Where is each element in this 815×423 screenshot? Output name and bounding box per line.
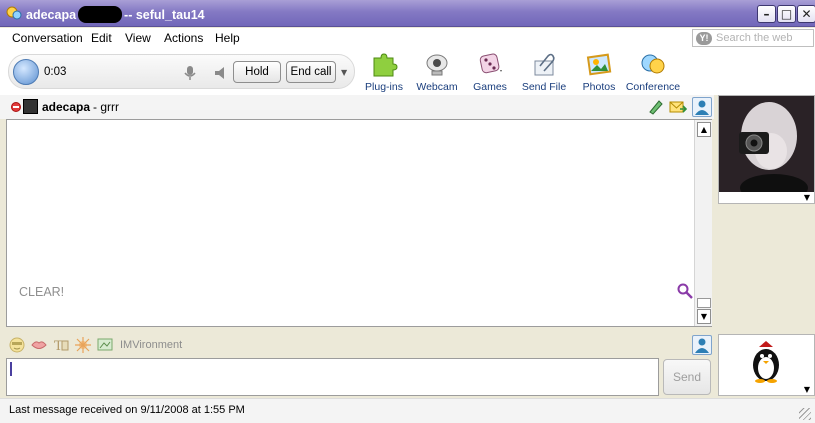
emoticon-icon[interactable] xyxy=(9,337,25,353)
call-options-dropdown[interactable]: ▼ xyxy=(341,68,347,77)
voice-call-icon[interactable] xyxy=(13,59,39,85)
plug-ins-label: Plug-ins xyxy=(365,81,403,93)
window-title-suffix: -- seful_tau14 xyxy=(124,8,205,22)
contact-mini-avatar[interactable] xyxy=(23,99,38,114)
paperclip-icon xyxy=(534,53,555,76)
imvironment-icon[interactable] xyxy=(97,337,113,353)
conference-icon xyxy=(641,54,665,74)
menu-view[interactable]: View xyxy=(125,31,151,45)
close-button[interactable]: ✕ xyxy=(797,5,815,23)
magnifier-icon[interactable] xyxy=(677,283,693,299)
contact-avatar-photo[interactable] xyxy=(719,96,814,202)
forward-mail-icon[interactable] xyxy=(669,98,687,116)
toolbar: 0:03 Hold End call ▼ Plug-ins Webcam Gam… xyxy=(0,48,815,95)
end-call-button[interactable]: End call xyxy=(286,61,336,83)
yahoo-search-icon: Y! xyxy=(696,31,712,45)
conversation-message: CLEAR! xyxy=(19,285,65,299)
send-file-label: Send File xyxy=(521,81,567,93)
my-profile-button[interactable] xyxy=(692,335,712,355)
maximize-button[interactable]: □ xyxy=(777,5,796,23)
last-message-status: Last message received on 9/11/2008 at 1:… xyxy=(9,404,245,416)
person-icon xyxy=(695,338,709,353)
text-caret xyxy=(10,362,12,376)
puzzle-piece-icon xyxy=(373,53,398,77)
contact-status-message: - grrr xyxy=(93,100,119,114)
compose-toolbar: T IMVironment xyxy=(0,332,714,356)
search-placeholder: Search the web xyxy=(716,32,793,44)
scroll-down-button[interactable]: ▼ xyxy=(697,309,711,324)
window-title-prefix: adecapa xyxy=(26,8,77,22)
scroll-thumb[interactable] xyxy=(697,298,711,308)
webcam-button[interactable]: Webcam xyxy=(408,52,466,93)
contact-header: adecapa - grrr xyxy=(0,95,714,119)
conference-button[interactable]: Conference xyxy=(624,52,682,93)
conversation-history[interactable]: CLEAR! ▲ ▼ xyxy=(6,119,712,327)
web-search-input[interactable]: Y! Search the web xyxy=(692,29,814,47)
games-label: Games xyxy=(473,81,507,93)
photos-label: Photos xyxy=(582,81,616,93)
person-icon xyxy=(695,100,709,115)
speaker-icon[interactable] xyxy=(213,65,229,81)
imvironment-label[interactable]: IMVironment xyxy=(120,339,182,351)
send-file-button[interactable]: Send File xyxy=(515,52,573,93)
menu-conversation[interactable]: Conversation xyxy=(12,31,83,45)
conversation-scrollbar[interactable]: ▲ ▼ xyxy=(694,120,712,326)
contact-avatar-panel: ▼ xyxy=(718,95,815,204)
pencil-icon[interactable] xyxy=(647,98,665,116)
window-title: adecapa -- seful_tau14 xyxy=(26,6,205,23)
title-bar[interactable]: adecapa -- seful_tau14 – □ ✕ xyxy=(0,0,815,27)
message-input[interactable] xyxy=(6,358,659,396)
menu-help[interactable]: Help xyxy=(215,31,240,45)
messenger-logo-icon xyxy=(6,6,22,20)
voice-call-panel: 0:03 Hold End call ▼ xyxy=(8,54,355,89)
lips-icon[interactable] xyxy=(31,337,47,353)
resize-grip[interactable] xyxy=(799,408,811,420)
minimize-button[interactable]: – xyxy=(757,5,776,23)
webcam-icon xyxy=(426,54,448,76)
hold-button[interactable]: Hold xyxy=(233,61,281,83)
redaction-mark xyxy=(78,6,123,23)
sparkle-icon[interactable] xyxy=(75,337,91,353)
webcam-label: Webcam xyxy=(416,81,458,93)
send-button[interactable]: Send xyxy=(663,359,711,395)
photo-icon xyxy=(586,53,612,76)
scroll-up-button[interactable]: ▲ xyxy=(697,122,711,137)
status-bar: Last message received on 9/11/2008 at 1:… xyxy=(0,398,815,423)
menu-actions[interactable]: Actions xyxy=(164,31,203,45)
text-format-icon[interactable]: T xyxy=(53,337,69,353)
call-timer: 0:03 xyxy=(44,66,67,78)
conference-label: Conference xyxy=(625,81,681,93)
dice-icon xyxy=(479,53,502,74)
my-avatar-dropdown[interactable]: ▼ xyxy=(804,385,810,394)
menu-edit[interactable]: Edit xyxy=(91,31,112,45)
contact-info-button[interactable] xyxy=(692,97,712,117)
my-avatar-panel: ▼ xyxy=(718,334,815,396)
menu-bar: Conversation Edit View Actions Help Y! S… xyxy=(0,28,815,48)
penguin-avatar[interactable] xyxy=(719,335,814,385)
contact-avatar-dropdown[interactable]: ▼ xyxy=(804,193,810,202)
contact-name[interactable]: adecapa xyxy=(42,100,90,114)
plug-ins-button[interactable]: Plug-ins xyxy=(355,52,413,93)
games-button[interactable]: Games xyxy=(461,52,519,93)
photos-button[interactable]: Photos xyxy=(570,52,628,93)
microphone-icon[interactable] xyxy=(183,65,197,81)
busy-status-icon xyxy=(11,102,21,112)
